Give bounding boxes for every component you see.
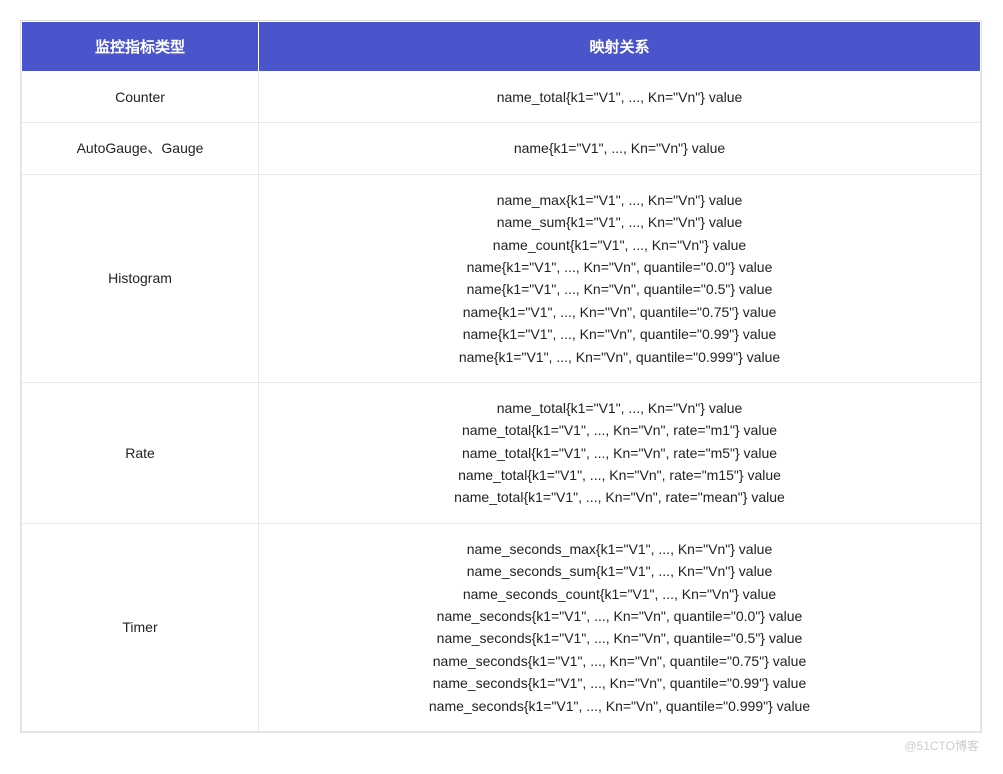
mapping-line: name_total{k1="V1", ..., Kn="Vn", rate="… xyxy=(267,486,972,508)
mapping-line: name_total{k1="V1", ..., Kn="Vn", rate="… xyxy=(267,464,972,486)
mapping-line: name_total{k1="V1", ..., Kn="Vn", rate="… xyxy=(267,442,972,464)
table-body: Counter name_total{k1="V1", ..., Kn="Vn"}… xyxy=(22,72,981,732)
mapping-line: name{k1="V1", ..., Kn="Vn"} value xyxy=(267,137,972,159)
mapping-line: name{k1="V1", ..., Kn="Vn", quantile="0.… xyxy=(267,346,972,368)
type-cell: Counter xyxy=(22,72,259,123)
mapping-line: name_seconds_count{k1="V1", ..., Kn="Vn"… xyxy=(267,583,972,605)
type-cell: Histogram xyxy=(22,174,259,382)
mapping-line: name_seconds{k1="V1", ..., Kn="Vn", quan… xyxy=(267,627,972,649)
mapping-line: name_total{k1="V1", ..., Kn="Vn", rate="… xyxy=(267,419,972,441)
type-cell: AutoGauge、Gauge xyxy=(22,123,259,174)
mapping-cell: name{k1="V1", ..., Kn="Vn"} value xyxy=(259,123,981,174)
mapping-line: name_seconds_sum{k1="V1", ..., Kn="Vn"} … xyxy=(267,560,972,582)
table-row: Counter name_total{k1="V1", ..., Kn="Vn"}… xyxy=(22,72,981,123)
table-row: AutoGauge、Gauge name{k1="V1", ..., Kn="Vn… xyxy=(22,123,981,174)
table-header-row: 监控指标类型 映射关系 xyxy=(22,22,981,72)
mapping-line: name_seconds{k1="V1", ..., Kn="Vn", quan… xyxy=(267,650,972,672)
type-cell: Timer xyxy=(22,523,259,731)
metrics-mapping-table-wrapper: 监控指标类型 映射关系 Counter name_total{k1="V1", .… xyxy=(20,20,982,733)
mapping-line: name_total{k1="V1", ..., Kn="Vn"} value xyxy=(267,86,972,108)
mapping-cell: name_seconds_max{k1="V1", ..., Kn="Vn"} … xyxy=(259,523,981,731)
table-row: Timer name_seconds_max{k1="V1", ..., Kn="… xyxy=(22,523,981,731)
header-type: 监控指标类型 xyxy=(22,22,259,72)
mapping-cell: name_max{k1="V1", ..., Kn="Vn"} valuenam… xyxy=(259,174,981,382)
type-cell: Rate xyxy=(22,382,259,523)
mapping-line: name{k1="V1", ..., Kn="Vn", quantile="0.… xyxy=(267,256,972,278)
mapping-line: name_seconds{k1="V1", ..., Kn="Vn", quan… xyxy=(267,672,972,694)
mapping-line: name{k1="V1", ..., Kn="Vn", quantile="0.… xyxy=(267,278,972,300)
table-row: Ratename_total{k1="V1", ..., Kn="Vn"} va… xyxy=(22,382,981,523)
mapping-cell: name_total{k1="V1", ..., Kn="Vn"} value xyxy=(259,72,981,123)
mapping-line: name_seconds{k1="V1", ..., Kn="Vn", quan… xyxy=(267,605,972,627)
mapping-line: name_max{k1="V1", ..., Kn="Vn"} value xyxy=(267,189,972,211)
table-row: Histogramname_max{k1="V1", ..., Kn="Vn"}… xyxy=(22,174,981,382)
mapping-line: name{k1="V1", ..., Kn="Vn", quantile="0.… xyxy=(267,301,972,323)
mapping-cell: name_total{k1="V1", ..., Kn="Vn"} valuen… xyxy=(259,382,981,523)
mapping-line: name_seconds_max{k1="V1", ..., Kn="Vn"} … xyxy=(267,538,972,560)
header-mapping: 映射关系 xyxy=(259,22,981,72)
metrics-mapping-table: 监控指标类型 映射关系 Counter name_total{k1="V1", .… xyxy=(21,21,981,732)
mapping-line: name_seconds{k1="V1", ..., Kn="Vn", quan… xyxy=(267,695,972,717)
mapping-line: name_sum{k1="V1", ..., Kn="Vn"} value xyxy=(267,211,972,233)
mapping-line: name_count{k1="V1", ..., Kn="Vn"} value xyxy=(267,234,972,256)
mapping-line: name_total{k1="V1", ..., Kn="Vn"} value xyxy=(267,397,972,419)
mapping-line: name{k1="V1", ..., Kn="Vn", quantile="0.… xyxy=(267,323,972,345)
watermark: @51CTO博客 xyxy=(20,737,983,754)
